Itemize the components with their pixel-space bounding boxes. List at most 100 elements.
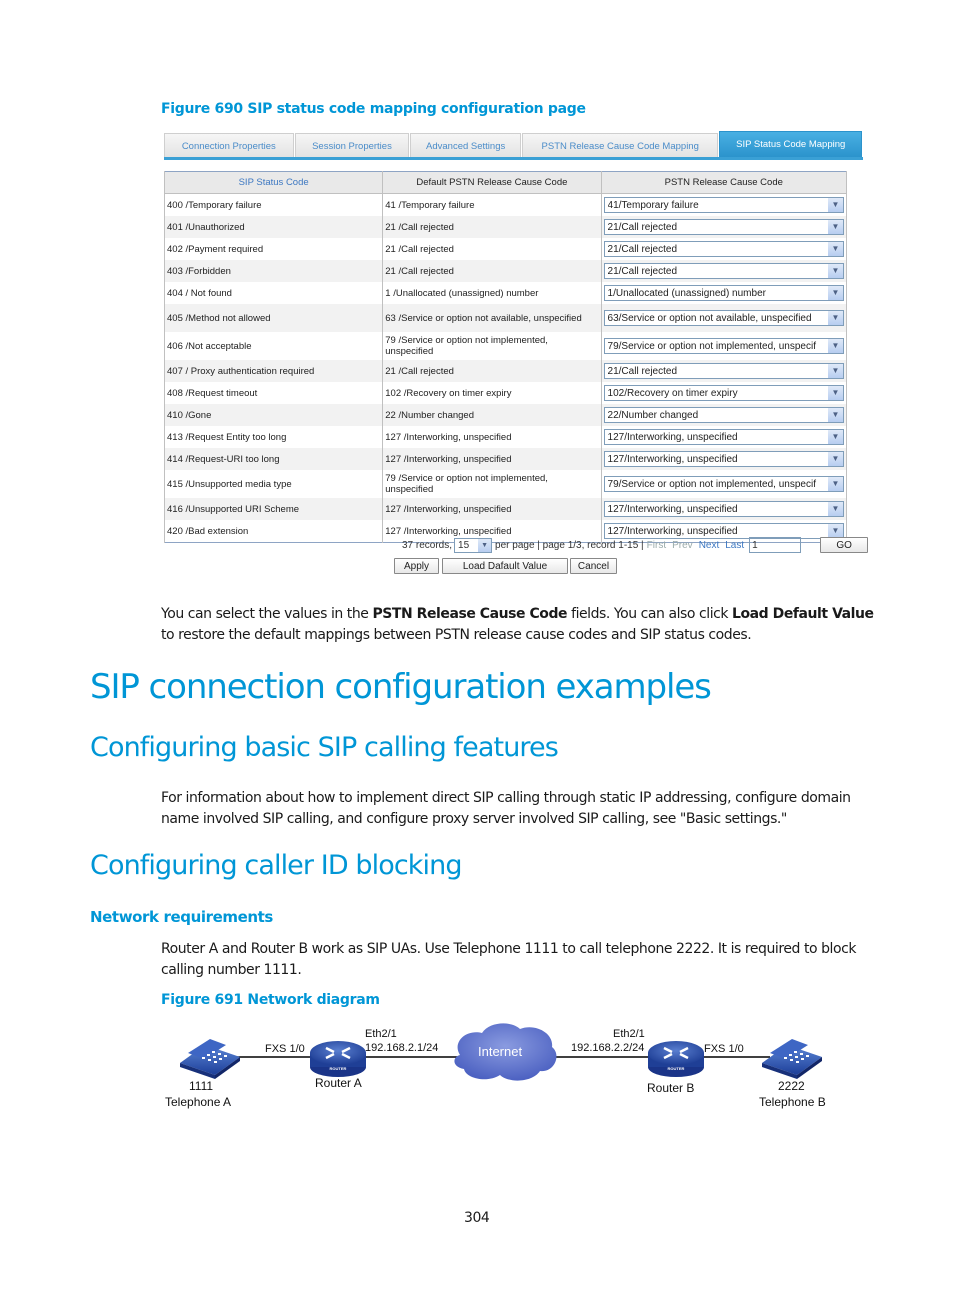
sip-status-code-cell: 410 /Gone: [163, 404, 384, 426]
chevron-down-icon[interactable]: ▼: [828, 339, 843, 353]
pstn-release-cause-select[interactable]: 21/Call rejected ▼: [603, 263, 844, 279]
pstn-release-cause-select[interactable]: 41/Temporary failure ▼: [603, 197, 844, 213]
chevron-down-icon[interactable]: ▼: [828, 524, 843, 538]
page-number-input[interactable]: 1: [749, 537, 802, 553]
selected-value: 127/Interworking, unspecified: [607, 432, 738, 443]
sip-status-code-cell: 415 /Unsupported media type: [163, 470, 384, 498]
telephone-icon: [180, 1039, 240, 1079]
column-header-pstn-release-cause: PSTN Release Cause Code: [600, 171, 848, 194]
first-page-link[interactable]: First: [647, 540, 666, 551]
column-header-default-pstn: Default PSTN Release Cause Code: [382, 171, 602, 194]
pstn-cause-select-cell: 127/Interworking, unspecified ▼: [600, 426, 848, 448]
chevron-down-icon[interactable]: ▼: [828, 364, 843, 378]
default-pstn-cause-cell: 21 /Call rejected: [382, 216, 602, 238]
chevron-down-icon[interactable]: ▼: [828, 242, 843, 256]
cancel-button[interactable]: Cancel: [570, 558, 617, 574]
intro-paragraph: You can select the values in the PSTN Re…: [161, 604, 881, 646]
chevron-down-icon[interactable]: ▼: [828, 311, 843, 325]
default-pstn-cause-cell: 21 /Call rejected: [382, 260, 602, 282]
network-requirements-paragraph: Router A and Router B work as SIP UAs. U…: [161, 941, 856, 978]
text: You can select the values in the: [161, 606, 373, 622]
table-row: 403 /Forbidden 21 /Call rejected 21/Call r…: [163, 260, 848, 282]
default-pstn-cause-cell: 79 /Service or option not implemented, u…: [382, 332, 602, 360]
default-pstn-cause-cell: 127 /Interworking, unspecified: [382, 426, 602, 448]
router-a-eth-port: Eth2/1: [365, 1028, 397, 1040]
chevron-down-icon[interactable]: ▼: [828, 408, 843, 422]
selected-value: 21/Call rejected: [607, 366, 678, 377]
tab-sip-status-code-mapping[interactable]: SIP Status Code Mapping: [719, 131, 863, 157]
chevron-down-icon[interactable]: ▼: [828, 452, 843, 466]
pstn-release-cause-select[interactable]: 127/Interworking, unspecified ▼: [603, 501, 844, 517]
selected-value: 127/Interworking, unspecified: [607, 504, 738, 515]
router-b-fxs-port: FXS 1/0: [704, 1043, 744, 1055]
chevron-down-icon[interactable]: ▼: [828, 502, 843, 516]
pstn-release-cause-select[interactable]: 21/Call rejected ▼: [603, 219, 844, 235]
per-page-select[interactable]: 15 ▼: [454, 537, 493, 553]
default-pstn-cause-cell: 21 /Call rejected: [382, 238, 602, 260]
pstn-release-cause-select[interactable]: 22/Number changed ▼: [603, 407, 844, 423]
sip-status-code-cell: 403 /Forbidden: [163, 260, 384, 282]
router-b-name: Router B: [647, 1081, 695, 1095]
pstn-release-cause-select[interactable]: 79/Service or option not implemented, un…: [603, 338, 844, 354]
pstn-cause-select-cell: 21/Call rejected ▼: [600, 238, 848, 260]
default-pstn-cause-cell: 102 /Recovery on timer expiry: [382, 382, 602, 404]
pstn-release-cause-select[interactable]: 102/Recovery on timer expiry ▼: [603, 385, 844, 401]
load-default-value-button[interactable]: Load Dafault Value: [442, 558, 568, 574]
chevron-down-icon[interactable]: ▼: [828, 286, 843, 300]
bold-term-pstn-release-cause-code: PSTN Release Cause Code: [372, 606, 568, 622]
column-header-sip-status-code[interactable]: SIP Status Code: [163, 171, 384, 194]
router-a-fxs-port: FXS 1/0: [265, 1043, 305, 1055]
pstn-release-cause-select[interactable]: 21/Call rejected ▼: [603, 363, 844, 379]
network-diagram: ROUTER ROUTER: [180, 1023, 822, 1081]
sip-status-code-cell: 404 / Not found: [163, 282, 384, 304]
pstn-release-cause-select[interactable]: 127/Interworking, unspecified ▼: [603, 429, 844, 445]
pstn-release-cause-select[interactable]: 63/Service or option not available, unsp…: [603, 310, 844, 326]
tab-session-properties[interactable]: Session Properties: [294, 133, 410, 157]
phone-a-name: Telephone A: [165, 1095, 232, 1109]
chevron-down-icon[interactable]: ▼: [828, 220, 843, 234]
tab-connection-properties[interactable]: Connection Properties: [164, 133, 294, 157]
pstn-cause-select-cell: 41/Temporary failure ▼: [600, 193, 848, 216]
table-row: 406 /Not acceptable 79 /Service or option…: [163, 332, 848, 360]
last-page-link[interactable]: Last: [725, 540, 744, 551]
chevron-down-icon[interactable]: ▼: [828, 477, 843, 491]
sip-status-code-cell: 400 /Temporary failure: [163, 193, 384, 216]
sip-status-code-table: SIP Status Code Default PSTN Release Cau…: [163, 171, 848, 543]
prev-page-link[interactable]: Prev: [672, 540, 693, 551]
pstn-release-cause-select[interactable]: 79/Service or option not implemented, un…: [603, 476, 844, 492]
table-row: 400 /Temporary failure 41 /Temporary fail…: [163, 193, 848, 216]
apply-button[interactable]: Apply: [394, 558, 439, 574]
page-number: 304: [464, 1210, 490, 1226]
pstn-cause-select-cell: 79/Service or option not implemented, un…: [600, 332, 848, 360]
chevron-down-icon[interactable]: ▼: [828, 386, 843, 400]
tab-advanced-settings[interactable]: Advanced Settings: [410, 133, 521, 157]
pstn-release-cause-select[interactable]: 21/Call rejected ▼: [603, 241, 844, 257]
selected-value: 127/Interworking, unspecified: [607, 454, 738, 465]
selected-value: 102/Recovery on timer expiry: [607, 388, 738, 399]
next-page-link[interactable]: Next: [699, 540, 720, 551]
chevron-down-icon[interactable]: ▼: [478, 538, 492, 552]
router-a-name: Router A: [315, 1076, 362, 1090]
pstn-release-cause-select[interactable]: 127/Interworking, unspecified ▼: [603, 451, 844, 467]
per-page-value: 15: [458, 539, 470, 551]
pstn-release-cause-select[interactable]: 1/Unallocated (unassigned) number ▼: [603, 285, 844, 301]
selected-value: 41/Temporary failure: [607, 200, 699, 211]
table-row: 402 /Payment required 21 /Call rejected 21…: [163, 238, 848, 260]
chevron-down-icon[interactable]: ▼: [828, 198, 843, 212]
chevron-down-icon[interactable]: ▼: [828, 430, 843, 444]
selected-value: 21/Call rejected: [607, 222, 678, 233]
tab-bar: Connection Properties Session Properties…: [164, 131, 863, 160]
selected-value: 22/Number changed: [607, 410, 699, 421]
phone-b-number: 2222: [778, 1079, 805, 1093]
chevron-down-icon[interactable]: ▼: [828, 264, 843, 278]
pstn-cause-select-cell: 21/Call rejected ▼: [600, 360, 848, 382]
tab-pstn-release-cause-code-mapping[interactable]: PSTN Release Cause Code Mapping: [521, 133, 719, 157]
sip-status-code-cell: 413 /Request Entity too long: [163, 426, 384, 448]
sip-status-code-cell: 416 /Unsupported URI Scheme: [163, 498, 384, 520]
table-row: 410 /Gone 22 /Number changed 22/Number cha…: [163, 404, 848, 426]
table-row: 401 /Unauthorized 21 /Call rejected 21/Cal…: [163, 216, 848, 238]
default-pstn-cause-cell: 1 /Unallocated (unassigned) number: [382, 282, 602, 304]
sip-status-code-cell: 414 /Request-URI too long: [163, 448, 384, 470]
go-button[interactable]: GO: [820, 537, 869, 553]
selected-value: 21/Call rejected: [607, 244, 678, 255]
